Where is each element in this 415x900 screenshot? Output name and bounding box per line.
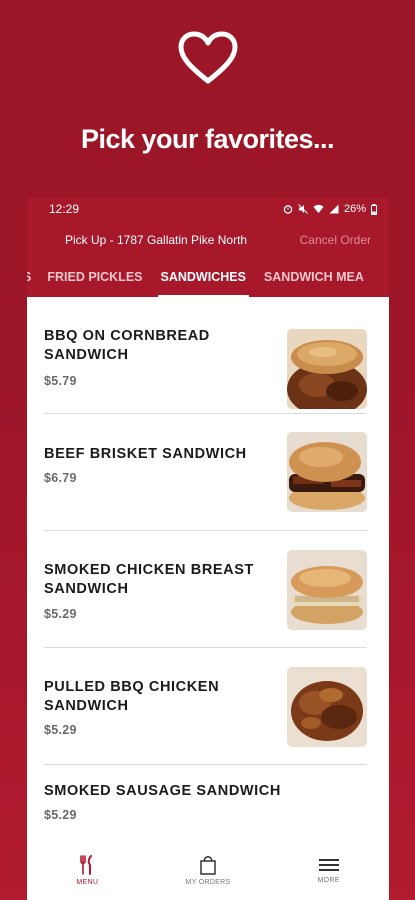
status-bar: 12:29 26% (27, 197, 389, 221)
menu-item[interactable]: SMOKED CHICKEN BREAST SANDWICH $5.29 (44, 531, 367, 648)
battery-icon (371, 203, 377, 215)
item-price: $5.29 (44, 723, 77, 737)
heart-icon-wrap (0, 30, 415, 94)
menu-item[interactable]: PULLED BBQ CHICKEN SANDWICH $5.29 (44, 648, 367, 765)
nav-more-label: MORE (317, 876, 340, 884)
promo-headline: Pick your favorites... (80, 124, 335, 154)
menu-item[interactable]: BBQ ON CORNBREAD SANDWICH $5.79 (44, 297, 367, 414)
battery-percent: 26% (343, 203, 366, 215)
item-price: $5.79 (44, 374, 77, 388)
menu-list: BBQ ON CORNBREAD SANDWICH $5.79 BEEF BRI… (27, 297, 389, 882)
mute-icon (298, 204, 308, 214)
nav-orders-label: MY ORDERS (185, 878, 231, 886)
bottom-nav: MENU MY ORDERS MORE (27, 840, 389, 900)
shopping-bag-icon (200, 855, 216, 875)
item-name: SMOKED CHICKEN BREAST SANDWICH (44, 562, 254, 597)
alarm-icon (283, 205, 293, 214)
tab-sandwich-meals[interactable]: SANDWICH MEA (255, 258, 373, 297)
tab-sandwiches[interactable]: SANDWICHES (152, 258, 255, 297)
pickup-location[interactable]: Pick Up - 1787 Gallatin Pike North (65, 233, 247, 247)
menu-item[interactable]: BEEF BRISKET SANDWICH $6.79 (44, 414, 367, 531)
heart-icon (178, 31, 237, 84)
status-time: 12:29 (49, 202, 80, 216)
phone-screen: 12:29 26% Pick Up - 1787 Gallatin Pike N… (27, 197, 389, 900)
item-name: BBQ ON CORNBREAD SANDWICH (44, 328, 210, 363)
order-header: Pick Up - 1787 Gallatin Pike North Cance… (27, 221, 389, 258)
hamburger-menu-icon (318, 858, 339, 871)
cancel-order-button[interactable]: Cancel Order (300, 233, 371, 247)
nav-menu[interactable]: MENU (32, 854, 142, 886)
item-name: SMOKED SAUSAGE SANDWICH (44, 783, 281, 799)
nav-menu-label: MENU (76, 878, 99, 886)
item-price: $5.29 (44, 607, 77, 621)
brisket-sandwich-image (287, 432, 367, 512)
signal-icon (329, 204, 339, 214)
item-name: BEEF BRISKET SANDWICH (44, 446, 247, 462)
nav-my-orders[interactable]: MY ORDERS (153, 855, 263, 886)
tab-previous[interactable]: S (27, 258, 38, 297)
fork-knife-icon (80, 854, 93, 875)
chicken-sandwich-image (287, 550, 367, 630)
status-icons: 26% (283, 203, 377, 215)
item-name: PULLED BBQ CHICKEN SANDWICH (44, 679, 220, 714)
pulled-chicken-image (287, 667, 367, 747)
item-price: $6.79 (44, 471, 77, 485)
cornbread-sandwich-image (287, 329, 367, 409)
wifi-icon (313, 204, 324, 213)
nav-more[interactable]: MORE (274, 857, 384, 884)
tab-fried-pickles[interactable]: FRIED PICKLES (38, 258, 151, 297)
category-tabs: S FRIED PICKLES SANDWICHES SANDWICH MEA (27, 258, 389, 297)
item-price: $5.29 (44, 808, 77, 822)
